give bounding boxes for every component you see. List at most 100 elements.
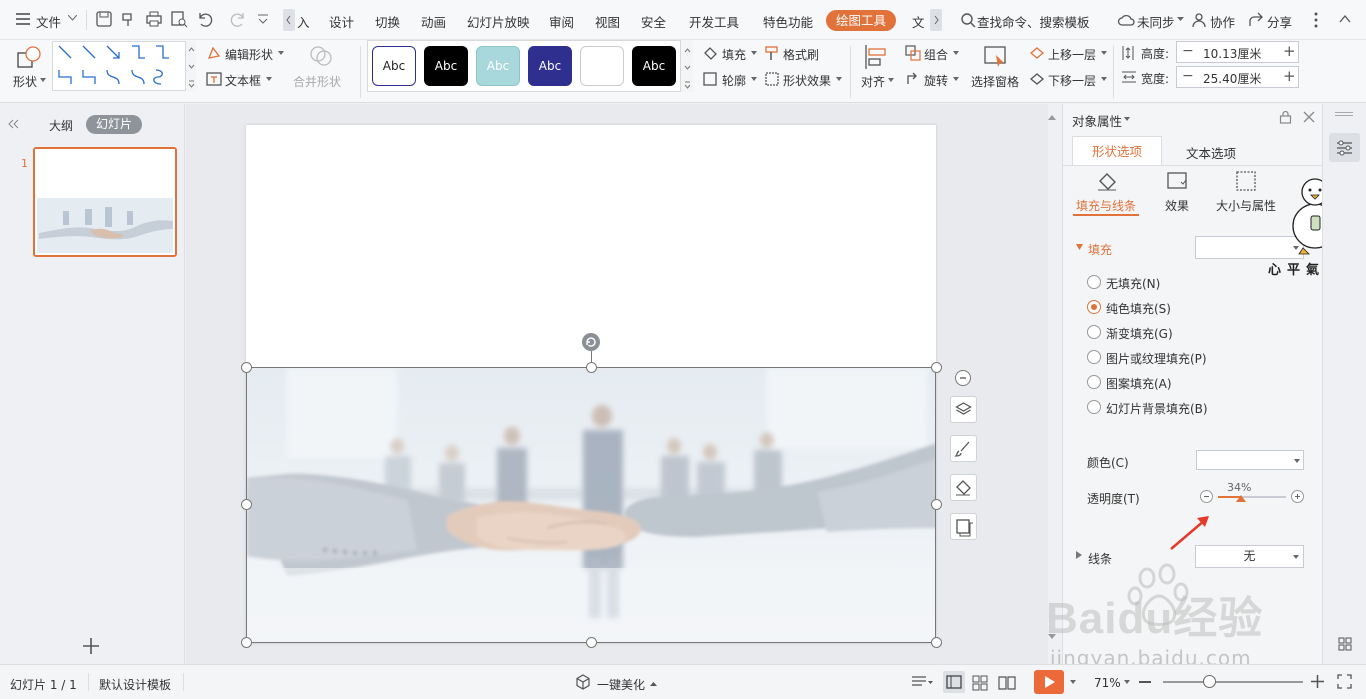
shape-effect-icon[interactable] <box>764 71 780 87</box>
caret-right-icon[interactable] <box>1076 551 1082 559</box>
format-painter-icon[interactable] <box>764 45 780 61</box>
transparency-slider-thumb[interactable] <box>1236 495 1246 502</box>
selection-pane-icon[interactable] <box>983 44 1009 70</box>
tab-animation[interactable]: 动画 <box>421 12 446 31</box>
caret-down-icon[interactable] <box>1076 244 1083 250</box>
height-increment[interactable]: + <box>1283 42 1296 60</box>
fill-style-button[interactable] <box>950 474 977 501</box>
scroll-left-button[interactable] <box>283 9 295 31</box>
resize-handle-se[interactable] <box>931 637 942 648</box>
width-increment[interactable]: + <box>1283 67 1296 85</box>
subtab-size-properties[interactable]: 大小与属性 <box>1216 197 1276 214</box>
style-white-outline[interactable]: Abc <box>372 46 416 86</box>
grid-apps-icon[interactable] <box>1338 637 1352 651</box>
fit-window-icon[interactable] <box>1337 674 1352 689</box>
slide-thumbnail[interactable] <box>33 147 177 257</box>
resize-handle-sw[interactable] <box>241 637 252 648</box>
collapse-toolbar-icon[interactable] <box>955 370 971 386</box>
bring-forward-button[interactable]: 上移一层 <box>1048 46 1096 63</box>
fill-line-icon[interactable] <box>1096 170 1118 192</box>
style-white[interactable] <box>580 46 624 86</box>
copy-format-icon[interactable] <box>120 10 140 30</box>
send-backward-button[interactable]: 下移一层 <box>1048 72 1096 89</box>
effect-icon[interactable] <box>1166 170 1188 192</box>
slide-sorter-icon[interactable] <box>972 675 988 691</box>
style-teal[interactable]: Abc <box>476 46 520 86</box>
fill-option-label[interactable]: 图案填充(A) <box>1106 375 1172 392</box>
line-dropdown[interactable]: 无 <box>1195 545 1304 568</box>
radio-no-fill[interactable] <box>1087 275 1101 289</box>
width-value[interactable]: 25.40厘米 <box>1203 70 1261 87</box>
tab-slideshow[interactable]: 幻灯片放映 <box>467 12 530 31</box>
tab-view[interactable]: 视图 <box>595 12 620 31</box>
fill-option-label[interactable]: 幻灯片背景填充(B) <box>1106 400 1208 417</box>
normal-view-icon[interactable] <box>943 671 965 693</box>
height-decrement[interactable]: − <box>1182 43 1194 59</box>
tab-shape-options[interactable]: 形状选项 <box>1072 136 1162 166</box>
outline-icon[interactable] <box>702 71 718 87</box>
template-name[interactable]: 默认设计模板 <box>99 676 171 693</box>
cloud-icon[interactable] <box>1117 12 1135 28</box>
tab-slides[interactable]: 幻灯片 <box>86 115 142 134</box>
fill-icon[interactable] <box>702 45 718 61</box>
undo-icon[interactable] <box>196 10 216 30</box>
cube-icon[interactable] <box>575 674 591 690</box>
chevron-down-icon[interactable] <box>1070 680 1076 684</box>
tab-drawing-tools[interactable]: 绘图工具 <box>826 10 896 31</box>
reading-view-icon[interactable] <box>998 675 1016 691</box>
zoom-out-icon[interactable] <box>1139 681 1151 683</box>
radio-pattern-fill[interactable] <box>1087 375 1101 389</box>
edit-shape-icon[interactable] <box>206 45 222 61</box>
style-navy[interactable]: Abc <box>528 46 572 86</box>
rotate-button[interactable]: 旋转 <box>924 72 948 89</box>
format-painter-button[interactable]: 格式刷 <box>783 46 819 63</box>
resize-handle-w[interactable] <box>241 499 252 510</box>
width-decrement[interactable]: − <box>1182 68 1194 84</box>
fill-option-label[interactable]: 纯色填充(S) <box>1106 300 1171 317</box>
search-icon[interactable] <box>960 12 976 28</box>
resize-handle-e[interactable] <box>931 499 942 510</box>
save-icon[interactable] <box>95 10 115 30</box>
send-backward-icon[interactable] <box>1029 71 1045 87</box>
resize-handle-ne[interactable] <box>931 362 942 373</box>
size-icon[interactable] <box>1235 170 1257 192</box>
rail-drag-handle[interactable] <box>1335 112 1353 116</box>
group-icon[interactable] <box>905 45 921 61</box>
zoom-in-icon[interactable] <box>1311 675 1324 688</box>
rotation-handle[interactable] <box>582 333 600 351</box>
textbox-icon[interactable] <box>206 71 222 87</box>
align-button[interactable]: 对齐 <box>861 73 885 90</box>
height-value[interactable]: 10.13厘米 <box>1203 45 1261 62</box>
play-slideshow-button[interactable] <box>1034 670 1064 694</box>
chevron-down-icon[interactable] <box>68 15 77 21</box>
textbox-button[interactable]: 文本框 <box>225 72 261 89</box>
style-black-2[interactable]: Abc <box>632 46 676 86</box>
more-options-icon[interactable] <box>1314 12 1318 28</box>
transparency-increment[interactable] <box>1291 490 1304 503</box>
subtab-fill-line[interactable]: 填充与线条 <box>1076 197 1136 214</box>
bring-forward-icon[interactable] <box>1029 45 1045 61</box>
crop-frame-button[interactable] <box>950 513 977 540</box>
fill-option-label[interactable]: 渐变填充(G) <box>1106 325 1173 342</box>
zoom-slider-thumb[interactable] <box>1203 675 1216 688</box>
align-icon[interactable] <box>864 44 888 70</box>
tab-text-tools[interactable]: 文 <box>912 12 925 31</box>
notes-icon[interactable] <box>911 675 933 689</box>
gallery-scroll[interactable] <box>185 41 196 91</box>
collaborate-button[interactable]: 协作 <box>1210 12 1235 31</box>
hamburger-icon[interactable] <box>16 13 30 25</box>
chevron-down-icon[interactable] <box>1124 117 1130 121</box>
zoom-slider-track[interactable] <box>1163 681 1303 683</box>
brush-button[interactable] <box>950 435 977 462</box>
properties-settings-icon[interactable] <box>1329 133 1360 162</box>
color-dropdown[interactable] <box>1196 450 1304 470</box>
scroll-up-icon[interactable] <box>1048 114 1056 120</box>
radio-gradient-fill[interactable] <box>1087 325 1101 339</box>
shape-gallery[interactable] <box>52 41 196 91</box>
close-icon[interactable] <box>1303 111 1315 123</box>
radio-picture-fill[interactable] <box>1087 350 1101 364</box>
style-gallery-scroll[interactable] <box>680 40 693 92</box>
file-menu[interactable]: 文件 <box>36 12 61 31</box>
sync-status[interactable]: 未同步 <box>1137 12 1175 31</box>
group-button[interactable]: 组合 <box>924 46 948 63</box>
